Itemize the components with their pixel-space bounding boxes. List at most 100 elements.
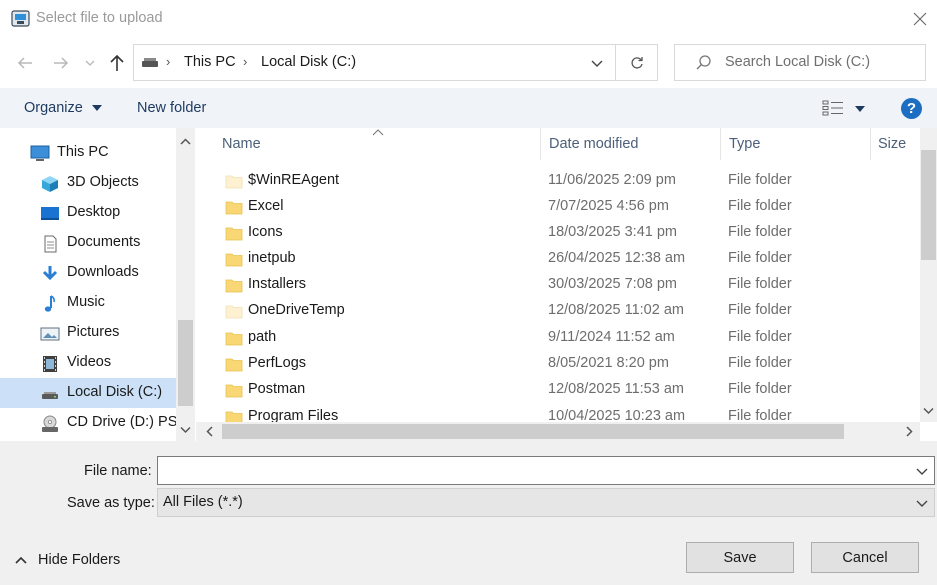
- file-name: Installers: [248, 276, 307, 292]
- sidebar-item-videos[interactable]: Videos: [0, 348, 176, 378]
- folder-icon: [225, 253, 243, 267]
- file-name: Excel: [248, 198, 284, 214]
- sidebar-item-documents[interactable]: Documents: [0, 228, 176, 258]
- folder-icon: [225, 384, 243, 398]
- file-date: 7/07/2025 4:56 pm: [548, 198, 669, 214]
- scrollbar-thumb[interactable]: [921, 150, 936, 260]
- sidebar-item-local-disk[interactable]: Local Disk (C:): [0, 378, 176, 408]
- column-header-name[interactable]: Name: [222, 136, 261, 152]
- save-as-type-value: All Files (*.*): [163, 494, 243, 510]
- sidebar-item-label: Music: [67, 294, 105, 310]
- caret-down-icon: [91, 105, 102, 112]
- table-row[interactable]: PerfLogs 8/05/2021 8:20 pm File folder: [196, 351, 916, 377]
- breadcrumb-separator-icon: ›: [166, 54, 171, 69]
- table-row[interactable]: inetpub 26/04/2025 12:38 am File folder: [196, 246, 916, 272]
- table-row[interactable]: $WinREAgent 11/06/2025 2:09 pm File fold…: [196, 168, 916, 194]
- scrollbar-thumb[interactable]: [178, 320, 193, 406]
- file-type: File folder: [728, 381, 792, 397]
- organize-button[interactable]: Organize: [24, 100, 102, 116]
- breadcrumb-this-pc[interactable]: This PC: [184, 54, 236, 70]
- column-header-date[interactable]: Date modified: [549, 136, 638, 152]
- forward-button[interactable]: [50, 52, 72, 74]
- sidebar-item-3d-objects[interactable]: 3D Objects: [0, 168, 176, 198]
- file-date: 30/03/2025 7:08 pm: [548, 276, 677, 292]
- help-button[interactable]: ?: [901, 98, 922, 119]
- file-name: path: [248, 329, 277, 345]
- folder-icon: [225, 358, 243, 372]
- up-button[interactable]: [106, 52, 128, 74]
- back-button[interactable]: [14, 52, 36, 74]
- file-type: File folder: [728, 198, 792, 214]
- save-as-type-label: Save as type:: [67, 495, 155, 511]
- sidebar-item-label: 3D Objects: [67, 174, 139, 190]
- sidebar-item-downloads[interactable]: Downloads: [0, 258, 176, 288]
- new-folder-button[interactable]: New folder: [137, 100, 206, 116]
- breadcrumb-separator-icon: ›: [243, 54, 248, 69]
- scroll-left-icon[interactable]: [202, 422, 218, 441]
- column-header-type[interactable]: Type: [729, 136, 760, 152]
- table-row[interactable]: OneDriveTemp 12/08/2025 11:02 am File fo…: [196, 298, 916, 324]
- refresh-icon: [630, 56, 643, 69]
- sidebar-item-cd-drive[interactable]: CD Drive (D:) PST: [0, 408, 186, 438]
- table-row[interactable]: path 9/11/2024 11:52 am File folder: [196, 325, 916, 351]
- scroll-down-icon[interactable]: [920, 404, 937, 418]
- caret-down-icon: [855, 106, 865, 112]
- address-bar[interactable]: › This PC › Local Disk (C:): [133, 44, 616, 81]
- table-row[interactable]: Installers 30/03/2025 7:08 pm File folde…: [196, 272, 916, 298]
- drive-icon: [42, 392, 58, 399]
- cancel-button[interactable]: Cancel: [811, 542, 919, 573]
- scroll-down-icon[interactable]: [176, 422, 195, 438]
- file-date: 8/05/2021 8:20 pm: [548, 355, 669, 371]
- title-bar: Select file to upload: [0, 0, 937, 38]
- arrow-left-icon: [17, 57, 32, 69]
- file-list-horizontal-scrollbar[interactable]: [196, 422, 920, 441]
- sidebar-item-label: CD Drive (D:) PST: [67, 414, 187, 430]
- refresh-button[interactable]: [616, 44, 658, 81]
- sidebar-item-music[interactable]: Music: [0, 288, 176, 318]
- cube-icon: [42, 176, 58, 192]
- navigation-pane: This PC 3D Objects Desktop Documents Dow…: [0, 128, 196, 441]
- column-divider[interactable]: [540, 128, 541, 160]
- sidebar-item-label: Pictures: [67, 324, 120, 340]
- sidebar-item-desktop[interactable]: Desktop: [0, 198, 176, 228]
- sidebar-item-pictures[interactable]: Pictures: [0, 318, 176, 348]
- chevron-down-icon: [916, 500, 928, 507]
- app-icon: [11, 10, 30, 27]
- file-list: Name Date modified Type Size $WinREAgent…: [196, 128, 937, 441]
- file-type: File folder: [728, 355, 792, 371]
- file-date: 12/08/2025 11:53 am: [548, 381, 684, 397]
- music-icon: [44, 295, 55, 312]
- close-icon[interactable]: [909, 8, 931, 30]
- navigation-pane-scrollbar[interactable]: [176, 128, 195, 441]
- chevron-down-icon[interactable]: [914, 463, 930, 479]
- chevron-down-icon[interactable]: [589, 55, 605, 71]
- file-list-vertical-scrollbar[interactable]: [920, 128, 937, 422]
- table-row[interactable]: Postman 12/08/2025 11:53 am File folder: [196, 377, 916, 403]
- computer-icon: [30, 145, 50, 161]
- column-divider[interactable]: [870, 128, 871, 160]
- sidebar-item-label: Documents: [67, 234, 141, 250]
- save-as-type-select[interactable]: All Files (*.*): [157, 488, 935, 517]
- column-header-size[interactable]: Size: [878, 136, 906, 152]
- organize-label: Organize: [24, 100, 83, 116]
- table-row[interactable]: Excel 7/07/2025 4:56 pm File folder: [196, 194, 916, 220]
- file-date: 11/06/2025 2:09 pm: [548, 172, 676, 188]
- search-box[interactable]: Search Local Disk (C:): [674, 44, 926, 81]
- column-divider[interactable]: [720, 128, 721, 160]
- file-type: File folder: [728, 172, 792, 188]
- breadcrumb-local-disk[interactable]: Local Disk (C:): [261, 54, 356, 70]
- file-name-input[interactable]: [157, 456, 935, 485]
- table-row[interactable]: Icons 18/03/2025 3:41 pm File folder: [196, 220, 916, 246]
- file-name: inetpub: [248, 250, 296, 266]
- change-view-button[interactable]: [822, 99, 866, 119]
- document-icon: [44, 235, 57, 253]
- scrollbar-thumb[interactable]: [222, 424, 844, 439]
- scroll-up-icon[interactable]: [176, 134, 195, 150]
- recent-locations-button[interactable]: [82, 52, 98, 74]
- sort-ascending-icon: [372, 129, 384, 136]
- file-name-label: File name:: [84, 463, 152, 479]
- cd-drive-icon: [42, 415, 58, 432]
- save-button[interactable]: Save: [686, 542, 794, 573]
- scroll-right-icon[interactable]: [901, 422, 917, 441]
- sidebar-item-this-pc[interactable]: This PC: [0, 138, 176, 168]
